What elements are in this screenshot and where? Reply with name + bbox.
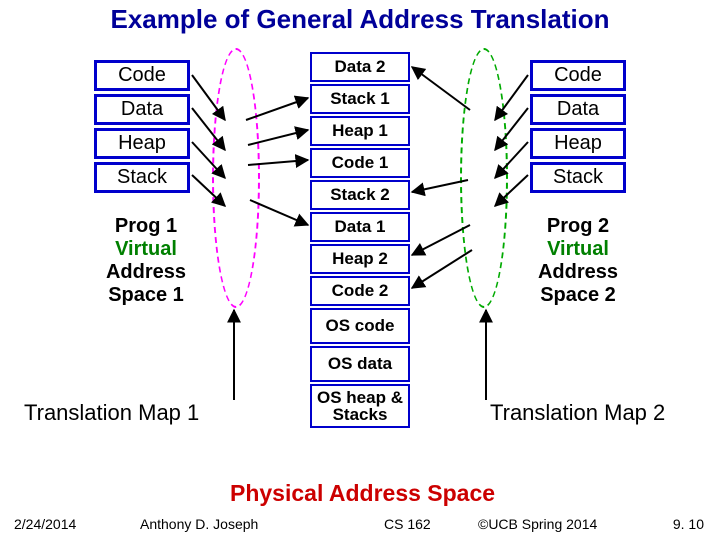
prog1-seg-stack: Stack xyxy=(94,162,190,193)
footer-author: Anthony D. Joseph xyxy=(140,516,258,532)
phys-seg-oscode: OS code xyxy=(310,308,410,344)
phys-seg-data1: Data 1 xyxy=(310,212,410,242)
prog1-caption-virtual: Virtual xyxy=(96,238,196,261)
footer-slide-num: 9. 10 xyxy=(673,516,704,532)
prog1-seg-heap: Heap xyxy=(94,128,190,159)
prog1-caption-addr: Address xyxy=(96,261,196,284)
prog2-seg-heap: Heap xyxy=(530,128,626,159)
phys-seg-osheap: OS heap & Stacks xyxy=(310,384,410,428)
phys-seg-stack2: Stack 2 xyxy=(310,180,410,210)
phys-seg-code2: Code 2 xyxy=(310,276,410,306)
phys-seg-osdata: OS data xyxy=(310,346,410,382)
phys-seg-heap2: Heap 2 xyxy=(310,244,410,274)
prog2-caption-prog: Prog 2 xyxy=(528,215,628,238)
tmap2-ellipse xyxy=(460,48,508,308)
prog2-caption: Prog 2 Virtual Address Space 2 xyxy=(528,215,628,307)
translation-map-1-label: Translation Map 1 xyxy=(24,400,199,426)
footer-copyright: ©UCB Spring 2014 xyxy=(478,516,597,532)
prog1-seg-code: Code xyxy=(94,60,190,91)
tmap1-ellipse xyxy=(212,48,260,308)
prog2-segment-stack: Code Data Heap Stack xyxy=(530,60,626,193)
prog1-segment-stack: Code Data Heap Stack xyxy=(94,60,190,193)
translation-map-2-label: Translation Map 2 xyxy=(490,400,665,426)
phys-seg-data2: Data 2 xyxy=(310,52,410,82)
phys-seg-heap1: Heap 1 xyxy=(310,116,410,146)
prog2-caption-space: Space 2 xyxy=(528,284,628,307)
footer-course: CS 162 xyxy=(384,516,431,532)
prog1-caption-space: Space 1 xyxy=(96,284,196,307)
slide-title: Example of General Address Translation xyxy=(0,4,720,35)
physical-address-space-label: Physical Address Space xyxy=(230,480,495,507)
phys-seg-stack1: Stack 1 xyxy=(310,84,410,114)
prog2-seg-stack: Stack xyxy=(530,162,626,193)
prog2-seg-data: Data xyxy=(530,94,626,125)
footer-date: 2/24/2014 xyxy=(14,516,76,532)
prog1-caption-prog: Prog 1 xyxy=(96,215,196,238)
prog2-caption-addr: Address xyxy=(528,261,628,284)
prog2-caption-virtual: Virtual xyxy=(528,238,628,261)
physical-memory-stack: Data 2 Stack 1 Heap 1 Code 1 Stack 2 Dat… xyxy=(310,52,410,428)
prog1-caption: Prog 1 Virtual Address Space 1 xyxy=(96,215,196,307)
prog2-seg-code: Code xyxy=(530,60,626,91)
phys-seg-code1: Code 1 xyxy=(310,148,410,178)
prog1-seg-data: Data xyxy=(94,94,190,125)
